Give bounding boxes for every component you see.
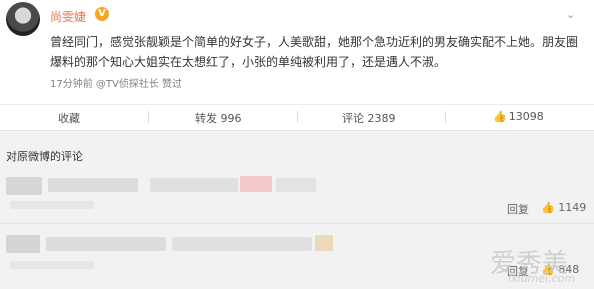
chevron-down-icon[interactable]: ⌄ [566,8,582,21]
username-link[interactable]: 尚雯婕 [50,8,86,25]
action-bar: 收藏 转发 996 评论 2389 👍 13098 [0,104,594,128]
blurred-comment-text [150,178,238,192]
blurred-comment-meta [10,201,94,209]
comment-like-count: 1149 [558,201,587,214]
blurred-avatar [6,177,42,195]
blurred-emoji [240,176,272,192]
blurred-avatar [6,235,40,253]
comments-title: 对原微博的评论 [6,150,83,163]
watermark-url: ixiumei.com [508,272,576,285]
post-meta: 17分钟前 @TV侦探社长 赞过 [50,79,183,90]
like-button[interactable]: 👍 13098 [493,110,544,123]
like-count: 13098 [508,110,544,123]
repost-button[interactable]: 转发 996 [195,110,242,126]
blurred-comment-text [46,237,166,251]
weibo-post: 尚雯婕 V ⌄ 曾经同门，感觉张靓颖是个简单的好女子，人美歌甜，她那个急功近利的… [0,0,594,130]
blurred-emoji [315,235,333,251]
verified-badge-icon: V [95,7,109,21]
action-divider [297,111,298,123]
comment-button[interactable]: 评论 2389 [342,110,396,126]
comment-like-button[interactable]: 👍 1149 [541,201,586,214]
blurred-comment-text [276,178,316,192]
collect-button[interactable]: 收藏 [58,110,80,126]
post-content: 曾经同门，感觉张靓颖是个简单的好女子，人美歌甜，她那个急功近利的男友确实配不上她… [50,35,579,69]
thumbs-up-icon: 👍 [493,110,507,123]
blurred-comment-meta [10,261,94,269]
reply-button[interactable]: 回复 [507,201,529,217]
user-avatar[interactable] [6,2,40,36]
blurred-comment-text [172,237,312,251]
comment-divider [0,223,594,224]
blurred-comment-text [48,178,138,192]
action-divider [148,111,149,123]
action-divider [445,111,446,123]
thumbs-up-icon: 👍 [541,201,555,214]
